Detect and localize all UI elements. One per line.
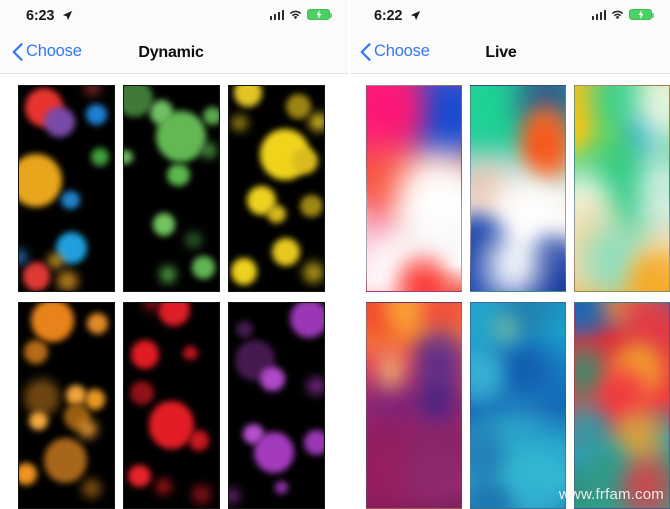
dynamic-wallpaper-orange[interactable] (18, 302, 115, 509)
status-indicators (591, 9, 655, 20)
wallpaper-picker-comparison: 6:23 Choose Dynamic 6:22 Choose Live www… (0, 0, 670, 509)
nav-bar-live: Choose Live (348, 34, 670, 74)
wifi-icon (289, 10, 302, 19)
battery-charging-icon (629, 9, 655, 20)
dynamic-wallpaper-red[interactable] (123, 302, 220, 509)
location-arrow-icon (410, 10, 421, 21)
dynamic-wallpaper-grid (0, 74, 348, 509)
dynamic-wallpaper-yellow[interactable] (228, 85, 325, 292)
page-title: Live (485, 44, 517, 61)
panel-divider (348, 0, 351, 509)
live-wallpaper-grid (348, 74, 670, 509)
panel-live: 6:22 Choose Live (348, 0, 670, 509)
status-time: 6:22 (374, 8, 403, 24)
cellular-signal-icon (269, 9, 284, 20)
site-watermark: www.frfam.com (558, 486, 664, 503)
dynamic-wallpaper-green[interactable] (123, 85, 220, 292)
location-arrow-icon (62, 10, 73, 21)
battery-charging-icon (307, 9, 333, 20)
status-time: 6:23 (26, 8, 55, 24)
nav-bar-dynamic: Choose Dynamic (0, 34, 348, 74)
status-indicators (269, 9, 333, 20)
panel-dynamic: 6:23 Choose Dynamic (0, 0, 348, 509)
live-wallpaper-red-ink[interactable] (366, 302, 462, 509)
live-wallpaper-pink-blue[interactable] (366, 85, 462, 292)
live-wallpaper-rainbow-ink[interactable] (574, 302, 670, 509)
live-wallpaper-green-orange[interactable] (470, 85, 566, 292)
cellular-signal-icon (591, 9, 606, 20)
live-wallpaper-blue-ink[interactable] (470, 302, 566, 509)
status-bar-dynamic: 6:23 (0, 0, 348, 34)
dynamic-wallpaper-blue-multicolor[interactable] (18, 85, 115, 292)
page-title: Dynamic (138, 44, 204, 61)
dynamic-wallpaper-purple[interactable] (228, 302, 325, 509)
live-wallpaper-yellow-green[interactable] (574, 85, 670, 292)
wifi-icon (611, 10, 624, 19)
status-bar-live: 6:22 (348, 0, 670, 34)
